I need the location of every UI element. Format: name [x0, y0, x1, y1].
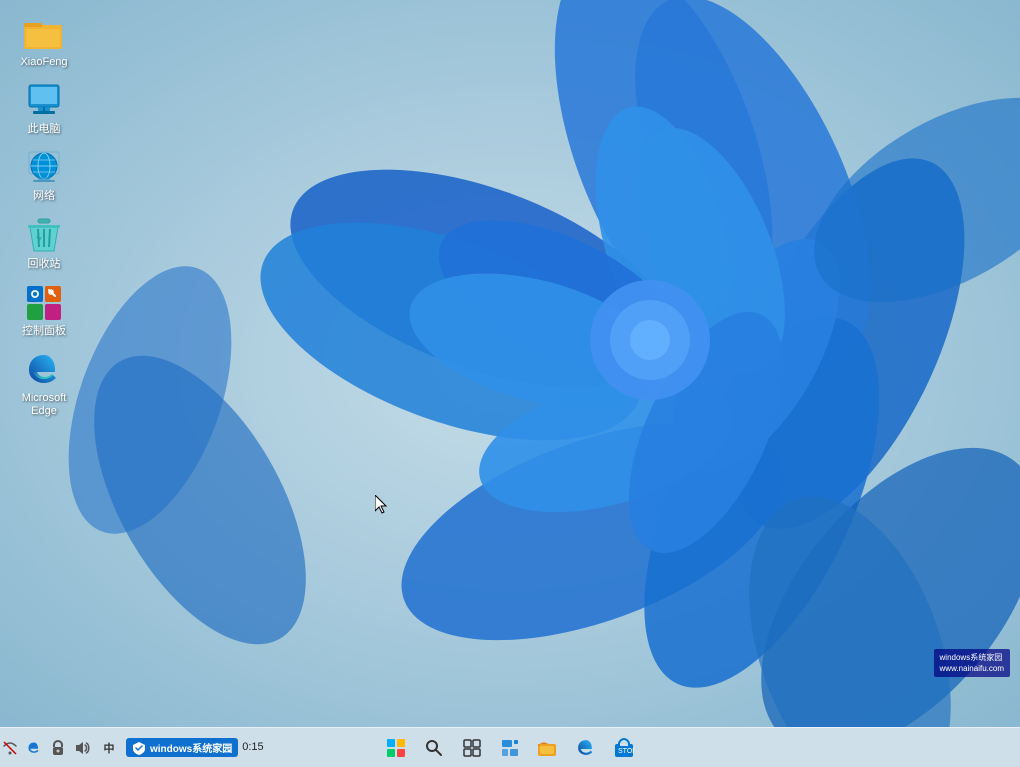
- edge-desktop-label: MicrosoftEdge: [22, 392, 67, 418]
- edge-taskbar-button[interactable]: [568, 730, 604, 766]
- language-icon[interactable]: 中: [96, 738, 122, 758]
- xiaofeng-label: XiaoFeng: [20, 56, 67, 69]
- watermark-line2: www.nainaifu.com: [940, 663, 1004, 674]
- file-explorer-button[interactable]: [530, 730, 566, 766]
- taskbar: STORE: [0, 727, 1020, 767]
- computer-icon: [24, 81, 64, 121]
- wifi-disabled-icon[interactable]: [0, 738, 20, 758]
- windows-security-area[interactable]: windows系统家园: [126, 738, 238, 757]
- system-clock[interactable]: 0:15: [242, 740, 263, 754]
- desktop-icon-control-panel[interactable]: 控制面板: [8, 279, 80, 342]
- desktop-icon-xiaofeng[interactable]: XiaoFeng: [8, 10, 80, 73]
- widgets-button[interactable]: [492, 730, 528, 766]
- store-button[interactable]: STORE: [606, 730, 642, 766]
- folder-icon: [24, 14, 64, 54]
- sound-icon[interactable]: [72, 738, 92, 758]
- wallpaper: [0, 0, 1020, 727]
- edge-icon: [24, 350, 64, 390]
- task-view-button[interactable]: [454, 730, 490, 766]
- search-button[interactable]: [416, 730, 452, 766]
- taskbar-center-icons: STORE: [378, 730, 642, 766]
- desktop-icon-recycle-bin[interactable]: 回收站: [8, 212, 80, 275]
- watermark-line1: windows系统家园: [940, 652, 1004, 663]
- lock-icon[interactable]: [48, 738, 68, 758]
- edge-tray-icon[interactable]: [24, 738, 44, 758]
- start-button[interactable]: [378, 730, 414, 766]
- recycle-bin-label: 回收站: [28, 258, 61, 271]
- control-panel-icon: [24, 283, 64, 323]
- desktop-icon-edge[interactable]: MicrosoftEdge: [8, 346, 80, 422]
- shield-icon: [132, 741, 146, 755]
- desktop: XiaoFeng 此电脑: [0, 0, 1020, 727]
- network-icon: [24, 148, 64, 188]
- windows-watermark: windows系统家园 www.nainaifu.com: [934, 649, 1010, 677]
- control-panel-label: 控制面板: [22, 325, 66, 338]
- recycle-icon: [24, 216, 64, 256]
- system-tray: 中 windows系统家园 0:15: [0, 738, 268, 758]
- desktop-icons-column: XiaoFeng 此电脑: [8, 10, 80, 422]
- security-label: windows系统家园: [150, 740, 232, 755]
- desktop-icon-this-pc[interactable]: 此电脑: [8, 77, 80, 140]
- this-pc-label: 此电脑: [28, 123, 61, 136]
- svg-text:STORE: STORE: [618, 748, 634, 755]
- clock-time: 0:15: [242, 740, 263, 754]
- network-label: 网络: [33, 190, 55, 203]
- desktop-icon-network[interactable]: 网络: [8, 144, 80, 207]
